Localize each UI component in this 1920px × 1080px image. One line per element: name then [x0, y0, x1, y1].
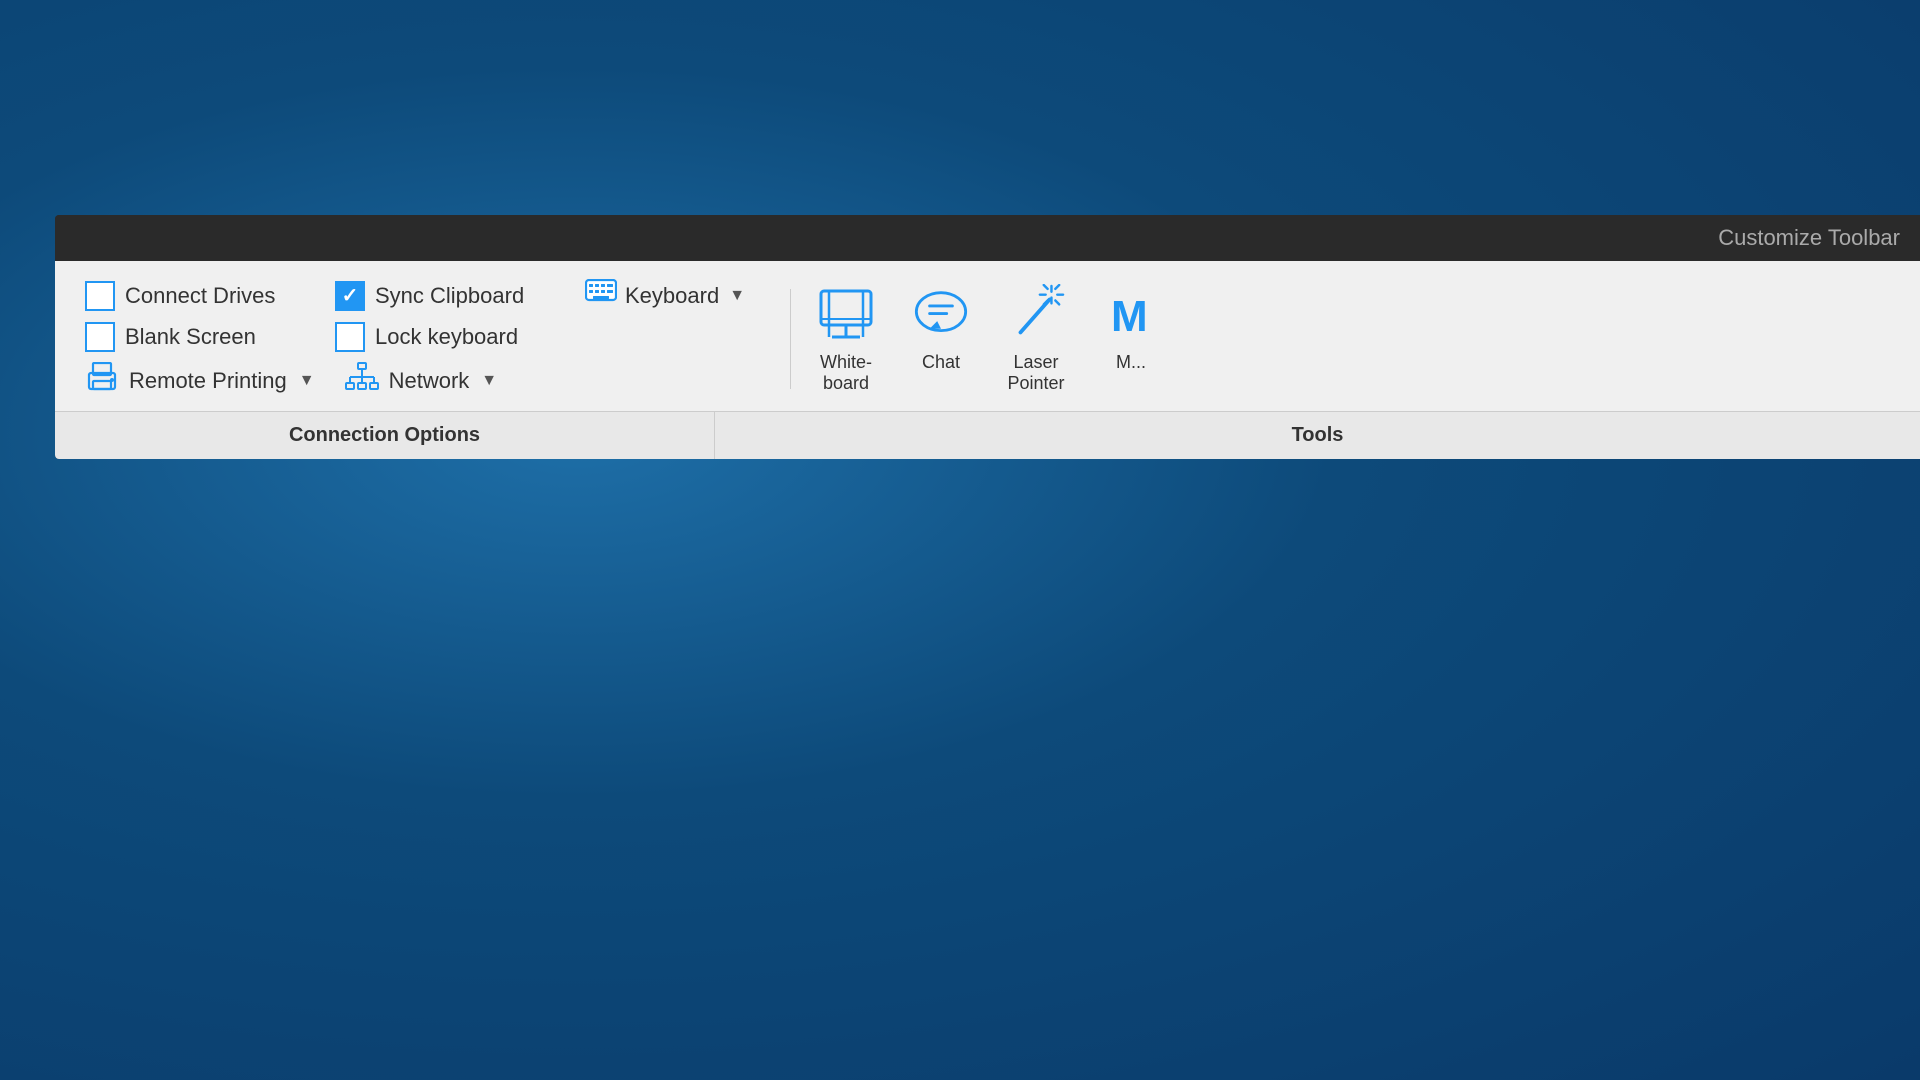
keyboard-label: Keyboard: [625, 283, 719, 309]
printer-icon: [85, 362, 119, 399]
lock-keyboard-label: Lock keyboard: [375, 324, 518, 350]
tools-footer-label: Tools: [1292, 424, 1344, 446]
sync-clipboard-checkbox[interactable]: ✓: [335, 281, 365, 311]
chat-icon: [911, 284, 971, 344]
laser-pointer-icon: [1006, 284, 1066, 344]
customize-toolbar-label: Customize Toolbar: [1718, 225, 1900, 250]
remote-printing-label: Remote Printing: [129, 368, 287, 394]
blank-screen-checkbox[interactable]: [85, 322, 115, 352]
network-icon: [345, 362, 379, 399]
network-label: Network: [389, 368, 470, 394]
keyboard-dropdown-arrow: ▼: [729, 287, 745, 305]
checkmark-icon: ✓: [342, 286, 359, 306]
whiteboard-icon: [816, 284, 876, 344]
connection-options-footer-label: Connection Options: [289, 424, 480, 446]
keyboard-dropdown-item[interactable]: Keyboard ▼: [585, 279, 745, 312]
more-icon: M: [1101, 284, 1161, 344]
connect-drives-item[interactable]: Connect Drives: [85, 281, 305, 311]
customize-bar: Customize Toolbar: [55, 215, 1920, 261]
sync-clipboard-item[interactable]: ✓ Sync Clipboard: [335, 281, 555, 311]
more-tool[interactable]: M M...: [1101, 284, 1161, 373]
remote-printing-item[interactable]: Remote Printing ▼: [85, 362, 315, 399]
blank-screen-label: Blank Screen: [125, 324, 256, 350]
toolbar-footer: Connection Options Tools: [55, 411, 1920, 459]
network-arrow: ▼: [481, 372, 497, 390]
lock-keyboard-checkbox[interactable]: [335, 322, 365, 352]
tools-area: White-board Chat: [816, 284, 1890, 394]
laser-pointer-tool[interactable]: LaserPointer: [1006, 284, 1066, 394]
toolbar-container: Customize Toolbar Connect Drives ✓ Sync …: [55, 215, 1920, 459]
whiteboard-tool[interactable]: White-board: [816, 284, 876, 394]
option-row-1: Connect Drives ✓ Sync Clipboard: [85, 279, 745, 312]
connection-options-area: Connect Drives ✓ Sync Clipboard: [85, 279, 745, 399]
chat-tool[interactable]: Chat: [911, 284, 971, 373]
more-label: M...: [1116, 352, 1146, 373]
connection-options-footer: Connection Options: [55, 412, 715, 459]
option-row-2: Blank Screen Lock keyboard: [85, 322, 745, 352]
connect-drives-label: Connect Drives: [125, 283, 275, 309]
blank-screen-item[interactable]: Blank Screen: [85, 322, 305, 352]
chat-label: Chat: [922, 352, 960, 373]
network-item[interactable]: Network ▼: [345, 362, 498, 399]
connect-drives-checkbox[interactable]: [85, 281, 115, 311]
toolbar-main: Connect Drives ✓ Sync Clipboard: [55, 261, 1920, 411]
tools-footer: Tools: [715, 412, 1920, 459]
whiteboard-label: White-board: [820, 352, 872, 394]
laser-pointer-label: LaserPointer: [1008, 352, 1065, 394]
svg-text:M: M: [1111, 292, 1148, 339]
keyboard-icon: [585, 279, 617, 312]
divider-vertical: [790, 289, 791, 389]
sync-clipboard-label: Sync Clipboard: [375, 283, 524, 309]
option-row-3: Remote Printing ▼: [85, 362, 745, 399]
lock-keyboard-item[interactable]: Lock keyboard: [335, 322, 555, 352]
remote-printing-arrow: ▼: [299, 372, 315, 390]
